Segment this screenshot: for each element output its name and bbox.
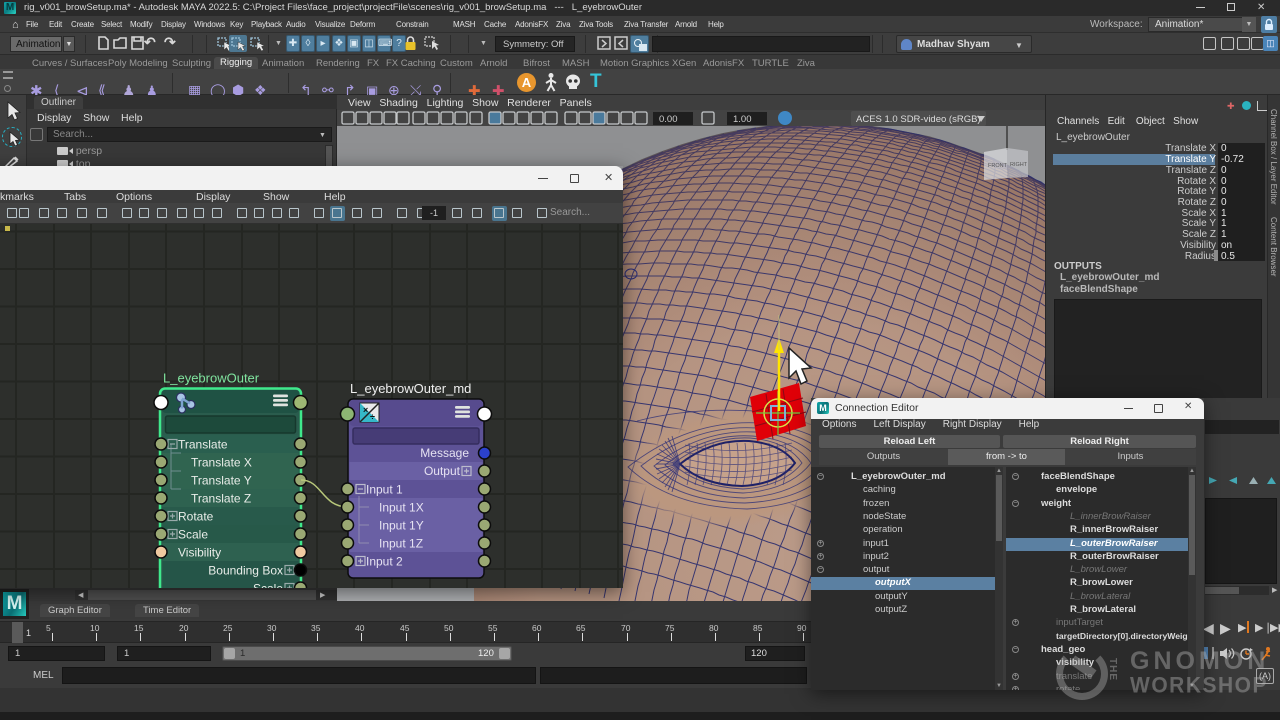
svg-text:Bounding Box: Bounding Box xyxy=(208,564,283,578)
svg-text:L_eyebrowOuter_md: L_eyebrowOuter_md xyxy=(350,381,471,396)
svg-text:×: × xyxy=(363,405,368,415)
svg-text:View Shading Lighting Sh: View Shading Lighting Show Renderer Pane… xyxy=(348,97,592,109)
svg-text:Input 1Y: Input 1Y xyxy=(379,519,424,533)
svg-text:Input 2: Input 2 xyxy=(366,555,403,569)
svg-text:L_eyebrowOuter: L_eyebrowOuter xyxy=(163,371,260,386)
svg-text:0.00: 0.00 xyxy=(659,114,678,125)
svg-text:Translate Z: Translate Z xyxy=(191,492,251,506)
svg-text:FRONT: FRONT xyxy=(988,163,1008,169)
svg-text:Rotate: Rotate xyxy=(178,510,214,524)
svg-text:Input 1Z: Input 1Z xyxy=(379,537,423,551)
svg-text:Scale: Scale xyxy=(253,582,283,589)
svg-text:Input 1: Input 1 xyxy=(366,483,403,497)
svg-text:Translate: Translate xyxy=(178,438,228,452)
svg-text:Output: Output xyxy=(424,464,461,478)
svg-text:Message: Message xyxy=(420,446,469,460)
svg-text:1.00: 1.00 xyxy=(733,114,752,125)
svg-text:Translate Y: Translate Y xyxy=(191,474,252,488)
svg-text:Translate X: Translate X xyxy=(191,456,252,470)
svg-text:Visibility: Visibility xyxy=(178,546,221,560)
svg-text:÷: ÷ xyxy=(370,412,375,422)
svg-text:Scale: Scale xyxy=(178,528,208,542)
svg-text:RIGHT: RIGHT xyxy=(1010,162,1028,168)
svg-text:Input 1X: Input 1X xyxy=(379,501,424,515)
svg-text:ACES 1.0 SDR-video (sRGB): ACES 1.0 SDR-video (sRGB) xyxy=(856,114,981,125)
